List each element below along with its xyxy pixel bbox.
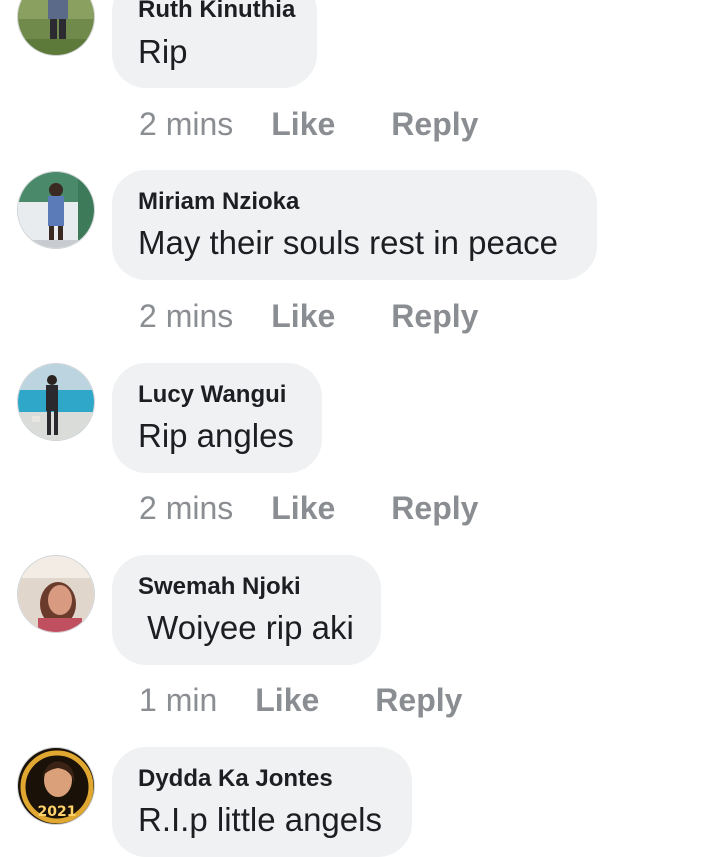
reply-button[interactable]: Reply (391, 106, 478, 143)
comment-bubble: Miriam Nzioka May their souls rest in pe… (112, 170, 597, 280)
like-button[interactable]: Like (271, 298, 335, 335)
comment-author[interactable]: Swemah Njoki (138, 573, 301, 601)
avatar[interactable] (17, 171, 95, 249)
avatar[interactable] (17, 0, 95, 56)
comment-timestamp[interactable]: 2 mins (139, 490, 233, 527)
avatar[interactable] (17, 363, 95, 441)
comment-author[interactable]: Dydda Ka Jontes (138, 765, 333, 793)
comment-author[interactable]: Ruth Kinuthia (138, 0, 295, 24)
comment-actions: 2 mins Like Reply (139, 488, 478, 528)
comment-actions: 1 min Like Reply (139, 680, 462, 720)
comment-author[interactable]: Lucy Wangui (138, 381, 286, 409)
avatar-badge: 2021 (38, 804, 77, 820)
comment-timestamp[interactable]: 2 mins (139, 106, 233, 143)
comment-text: R.I.p little angels (138, 801, 382, 838)
comment-bubble: Lucy Wangui Rip angles (112, 363, 322, 473)
avatar[interactable]: 2021 (17, 747, 95, 825)
avatar[interactable] (17, 555, 95, 633)
comment-text: May their souls rest in peace (138, 224, 559, 261)
comment-author[interactable]: Miriam Nzioka (138, 188, 299, 216)
like-button[interactable]: Like (255, 682, 319, 719)
reply-button[interactable]: Reply (375, 682, 462, 719)
reply-button[interactable]: Reply (391, 298, 478, 335)
comment-actions: 2 mins Like Reply (139, 296, 478, 336)
comment-text: Woiyee rip aki (138, 609, 354, 646)
reply-button[interactable]: Reply (391, 490, 478, 527)
comment-bubble: Swemah Njoki Woiyee rip aki (112, 555, 381, 665)
comment-timestamp[interactable]: 2 mins (139, 298, 233, 335)
like-button[interactable]: Like (271, 106, 335, 143)
comment-text: Rip (138, 33, 188, 70)
comment-bubble: Ruth Kinuthia Rip (112, 0, 317, 88)
like-button[interactable]: Like (271, 490, 335, 527)
comment-text: Rip angles (138, 417, 294, 454)
comment-actions: 2 mins Like Reply (139, 104, 478, 144)
comment-timestamp[interactable]: 1 min (139, 682, 217, 719)
